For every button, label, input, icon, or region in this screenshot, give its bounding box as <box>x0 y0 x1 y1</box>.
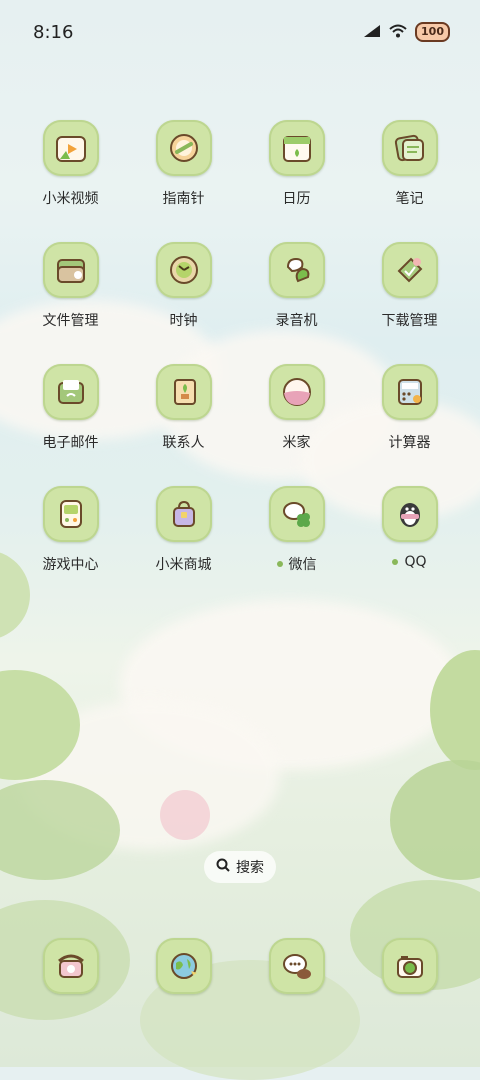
app-clock[interactable]: 时钟 <box>127 242 240 364</box>
app-file-manager[interactable]: 文件管理 <box>14 242 127 364</box>
app-email[interactable]: 电子邮件 <box>14 364 127 486</box>
app-label: 小米视频 <box>42 191 99 207</box>
video-icon <box>42 120 99 176</box>
search-label: 搜索 <box>236 860 264 876</box>
app-label: 日历 <box>282 191 311 207</box>
app-mi-video[interactable]: 小米视频 <box>14 120 127 242</box>
contacts-icon <box>155 364 212 420</box>
camera-icon <box>381 938 438 994</box>
mail-icon <box>42 364 99 420</box>
app-calculator[interactable]: 计算器 <box>353 364 466 486</box>
dock <box>14 938 466 998</box>
notes-icon <box>381 120 438 176</box>
app-label: 计算器 <box>388 435 431 451</box>
phone-icon <box>42 938 99 994</box>
mijia-icon <box>268 364 325 420</box>
calendar-icon <box>268 120 325 176</box>
new-indicator-dot <box>392 559 399 565</box>
browser-icon <box>155 938 212 994</box>
compass-icon <box>155 120 212 176</box>
app-label: 小米商城 <box>155 557 212 573</box>
qq-icon <box>381 486 438 542</box>
app-recorder[interactable]: 录音机 <box>240 242 353 364</box>
status-bar: 8:16 100 <box>0 0 480 68</box>
app-label: 录音机 <box>275 313 318 329</box>
app-label: 电子邮件 <box>42 435 99 451</box>
app-wechat[interactable]: 微信 <box>240 486 353 608</box>
app-mijia[interactable]: 米家 <box>240 364 353 486</box>
wifi-icon <box>389 23 407 42</box>
app-mi-store[interactable]: 小米商城 <box>127 486 240 608</box>
status-time: 8:16 <box>33 22 74 43</box>
game-center-icon <box>42 486 99 542</box>
app-label: 下载管理 <box>381 313 438 329</box>
app-label: 指南针 <box>162 191 205 207</box>
search-button[interactable]: 搜索 <box>204 851 276 883</box>
app-game-center[interactable]: 游戏中心 <box>14 486 127 608</box>
app-download-manager[interactable]: 下载管理 <box>353 242 466 364</box>
dock-browser[interactable] <box>127 938 240 998</box>
app-label: 笔记 <box>395 191 424 207</box>
app-label: 游戏中心 <box>42 557 99 573</box>
app-contacts[interactable]: 联系人 <box>127 364 240 486</box>
dock-camera[interactable] <box>353 938 466 998</box>
shop-icon <box>155 486 212 542</box>
dock-phone[interactable] <box>14 938 127 998</box>
download-icon <box>381 242 438 298</box>
app-qq[interactable]: QQ <box>353 486 466 608</box>
search-icon <box>216 858 230 876</box>
app-label: 时钟 <box>169 313 198 329</box>
calculator-icon <box>381 364 438 420</box>
battery-indicator: 100 <box>415 22 450 42</box>
app-compass[interactable]: 指南针 <box>127 120 240 242</box>
app-label: 微信 <box>276 554 317 574</box>
dock-messages[interactable] <box>240 938 353 998</box>
app-label: 文件管理 <box>42 313 99 329</box>
messages-icon <box>268 938 325 994</box>
app-notes[interactable]: 笔记 <box>353 120 466 242</box>
folder-icon <box>42 242 99 298</box>
app-calendar[interactable]: 日历 <box>240 120 353 242</box>
app-grid: 小米视频 指南针 日历 笔记 文件管理 时钟 录音机 下载管理 电子邮件 联系人… <box>14 120 466 608</box>
signal-icon <box>363 23 381 42</box>
app-label: 米家 <box>282 435 311 451</box>
recorder-icon <box>268 242 325 298</box>
wechat-icon <box>268 486 325 542</box>
app-label: QQ <box>392 554 427 570</box>
new-indicator-dot <box>276 561 283 567</box>
app-label: 联系人 <box>162 435 205 451</box>
clock-icon <box>155 242 212 298</box>
